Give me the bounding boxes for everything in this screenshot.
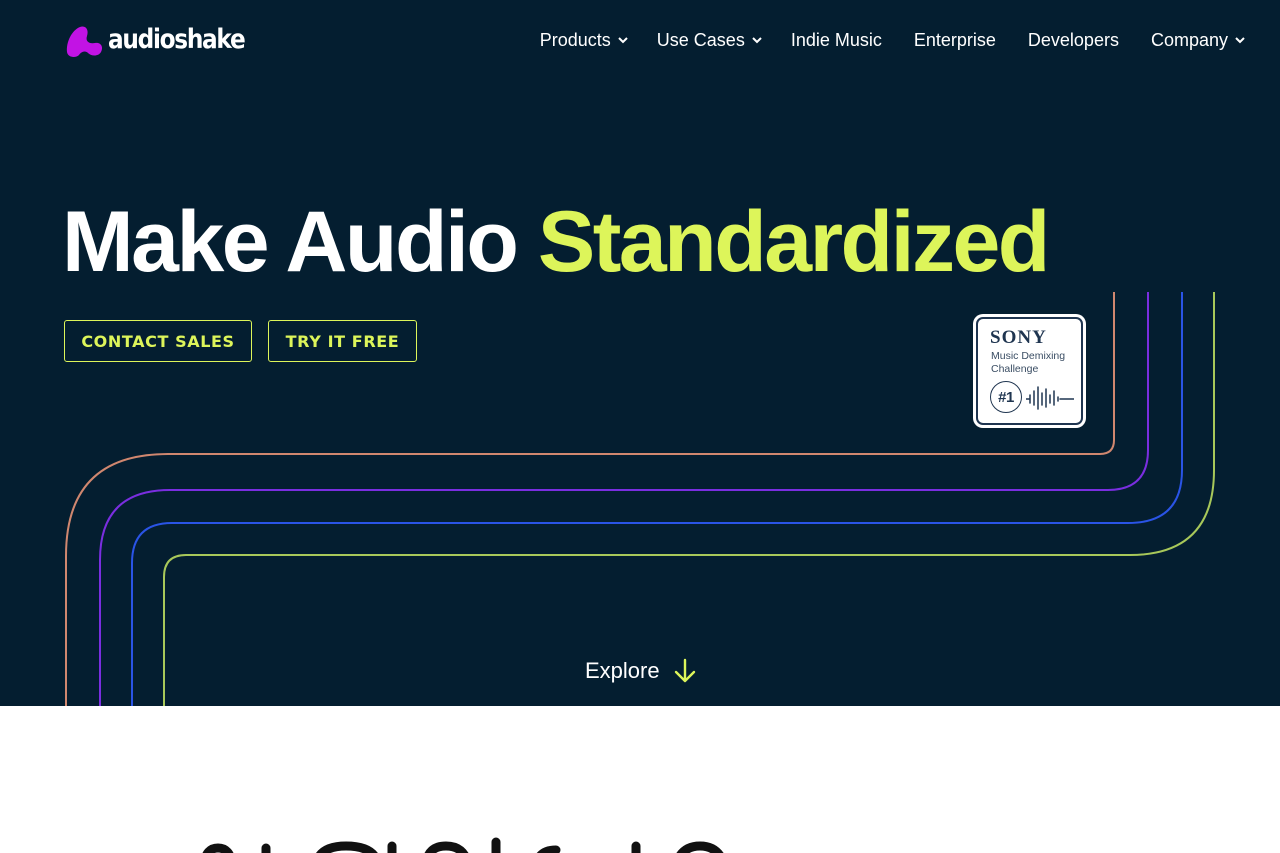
badge-line-2: Challenge (991, 363, 1039, 375)
nav-item-use-cases[interactable]: Use Cases (657, 27, 763, 53)
nav-item-label: Company (1150, 30, 1228, 50)
cropped-heading-graphic (202, 837, 724, 853)
main-nav: Products Use Cases Indie Music Enterpris… (540, 27, 1245, 53)
explore-label: Explore (585, 658, 660, 683)
try-it-free-button[interactable]: TRY IT FREE (268, 320, 417, 362)
badge-frame: SONY Music Demixing Challenge #1 (976, 317, 1083, 425)
badge-brand: SONY (990, 327, 1047, 348)
nav-item-label: Enterprise (913, 30, 996, 50)
nav-item-products[interactable]: Products (540, 27, 629, 53)
chevron-down-icon (618, 37, 628, 44)
hero-headline: Make Audio Standardized (62, 194, 1050, 290)
nav-item-label: Use Cases (656, 30, 745, 50)
chevron-down-icon (752, 37, 762, 44)
nav-item-enterprise[interactable]: Enterprise (914, 27, 996, 53)
audioshake-logo[interactable]: audioshake (64, 22, 267, 58)
headline-static: Make Audio (62, 194, 519, 290)
badge-line-1: Music Demixing (991, 350, 1066, 362)
hero-section: audioshake Products Use Cases Indie Musi… (0, 0, 1280, 706)
next-section (0, 706, 1280, 853)
sony-challenge-badge: SONY Music Demixing Challenge #1 (973, 314, 1086, 428)
arrow-down-icon (674, 658, 695, 683)
badge-rank: #1 (990, 381, 1022, 413)
logo-wordmark: audioshake (108, 24, 246, 55)
nav-item-company[interactable]: Company (1151, 27, 1246, 53)
chevron-down-icon (1235, 37, 1245, 44)
nav-item-indie-music[interactable]: Indie Music (791, 27, 882, 53)
contact-sales-button[interactable]: CONTACT SALES (64, 320, 252, 362)
nav-item-label: Products (539, 30, 611, 50)
audioshake-logo-icon (66, 26, 103, 57)
waveform-icon (1026, 386, 1074, 410)
explore-link[interactable]: Explore (585, 656, 696, 686)
nav-item-label: Indie Music (790, 30, 882, 50)
nav-item-developers[interactable]: Developers (1028, 27, 1119, 53)
headline-highlight: Standardized (537, 194, 1050, 290)
nav-item-label: Developers (1027, 30, 1119, 50)
